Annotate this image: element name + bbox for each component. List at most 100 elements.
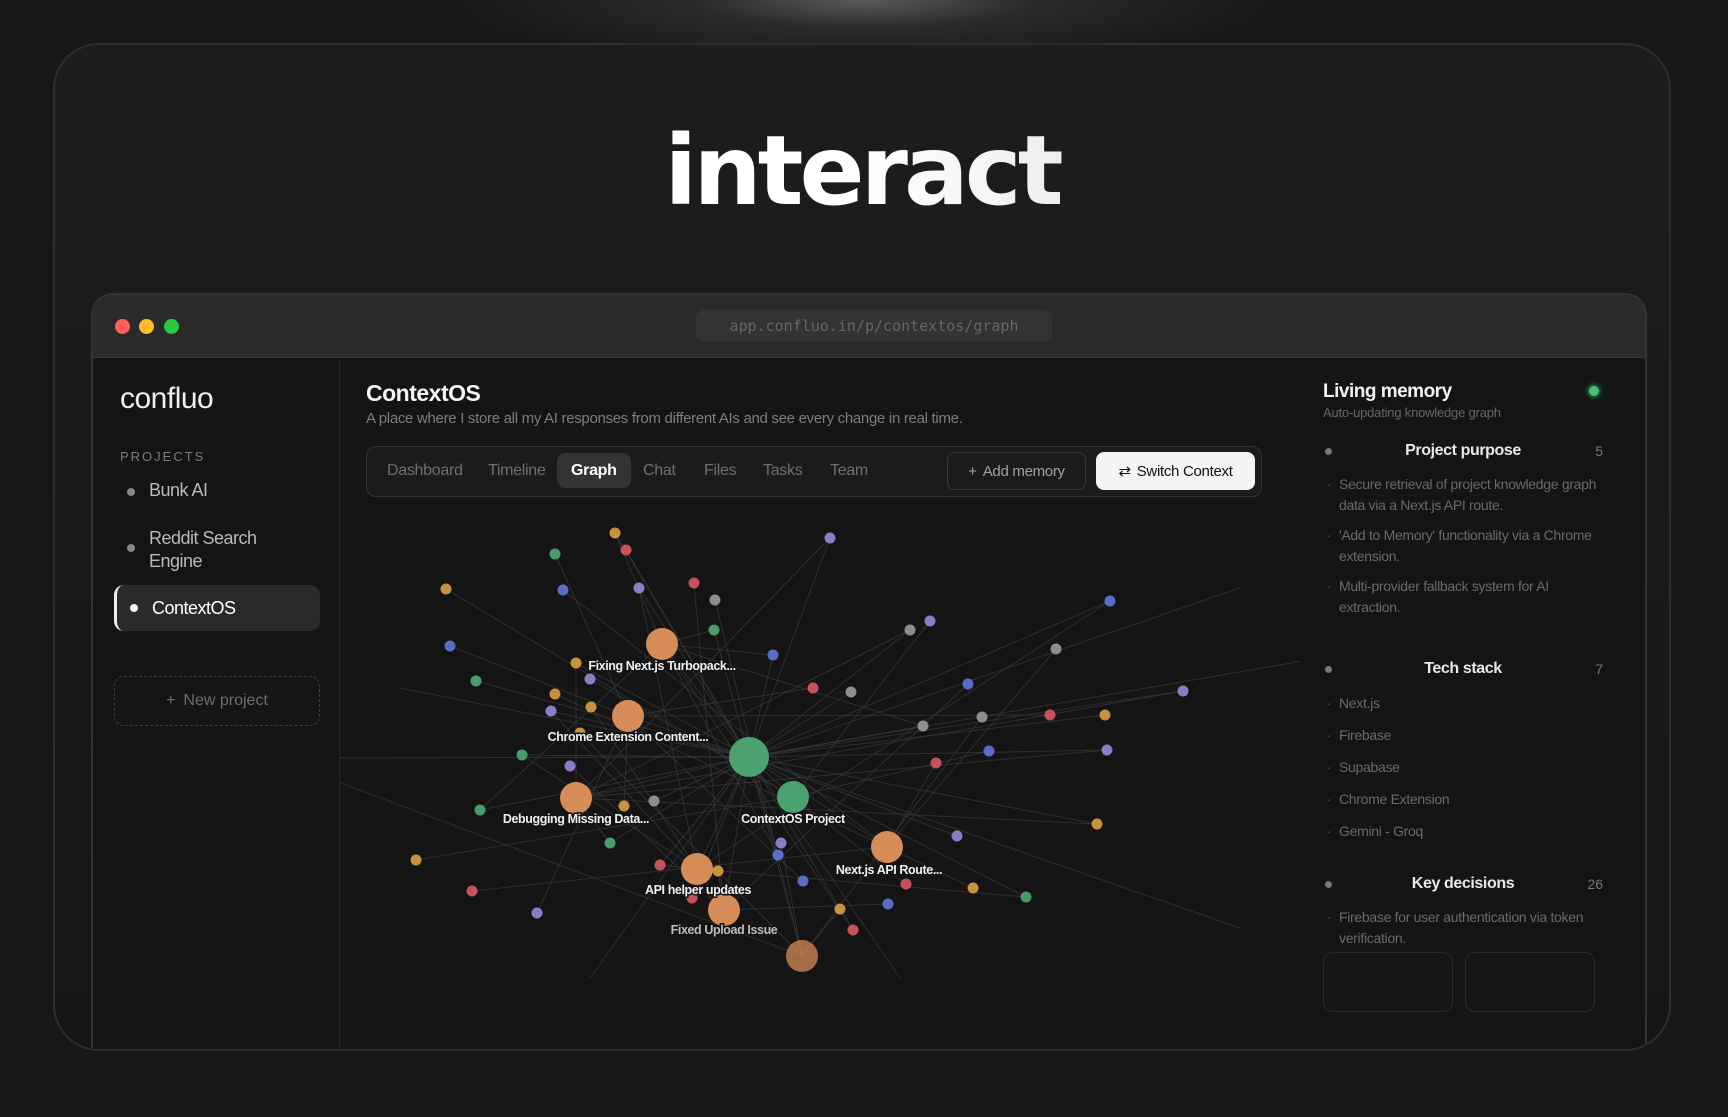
graph-node[interactable] [633, 582, 645, 594]
graph-node-label: API helper updates [645, 883, 751, 897]
graph-memory-node[interactable] [786, 940, 818, 972]
graph-node[interactable] [531, 907, 543, 919]
graph-node[interactable] [620, 544, 632, 556]
list-item: Multi-provider fallback system for AI ex… [1323, 576, 1603, 618]
graph-node[interactable] [466, 885, 478, 897]
add-memory-button[interactable]: + Add memory [947, 452, 1086, 490]
list-item: Supabase [1323, 757, 1603, 778]
graph-node[interactable] [545, 705, 557, 717]
graph-memory-node[interactable] [646, 628, 678, 660]
graph-node[interactable] [604, 837, 616, 849]
graph-node[interactable] [930, 757, 942, 769]
brand-logo[interactable]: confluo [120, 382, 214, 416]
graph-memory-node[interactable] [681, 853, 713, 885]
graph-node[interactable] [1177, 685, 1189, 697]
section-title: Project purpose [1405, 442, 1521, 459]
graph-node[interactable] [609, 527, 621, 539]
graph-node[interactable] [917, 720, 929, 732]
minimize-window-icon[interactable] [139, 319, 154, 334]
graph-node[interactable] [1099, 709, 1111, 721]
tab-team[interactable]: Team [816, 453, 882, 488]
graph-node[interactable] [772, 849, 784, 861]
graph-node[interactable] [410, 854, 422, 866]
graph-node[interactable] [847, 924, 859, 936]
graph-node[interactable] [882, 898, 894, 910]
graph-node[interactable] [1104, 595, 1116, 607]
graph-node[interactable] [1050, 643, 1062, 655]
graph-node[interactable] [962, 678, 974, 690]
graph-node[interactable] [585, 701, 597, 713]
tab-chat[interactable]: Chat [629, 453, 690, 488]
graph-memory-node[interactable] [871, 831, 903, 863]
tab-graph[interactable]: Graph [557, 453, 631, 488]
graph-node[interactable] [470, 675, 482, 687]
graph-node[interactable] [516, 749, 528, 761]
section-header[interactable]: Project purpose 5 [1323, 442, 1603, 466]
graph-node[interactable] [564, 760, 576, 772]
graph-edge [340, 756, 750, 759]
headline: interact [55, 115, 1669, 227]
graph-node[interactable] [845, 686, 857, 698]
list-item: Next.js [1323, 693, 1603, 714]
graph-node[interactable] [807, 682, 819, 694]
switch-context-button[interactable]: ⇄ Switch Context [1096, 452, 1255, 490]
address-bar[interactable]: app.confluo.in/p/contextos/graph [696, 310, 1052, 342]
graph-node[interactable] [951, 830, 963, 842]
graph-memory-node[interactable] [560, 782, 592, 814]
section-header[interactable]: Key decisions 26 [1323, 875, 1603, 899]
sidebar-item-reddit-search-engine[interactable]: Reddit Search Engine [117, 527, 267, 573]
graph-node[interactable] [775, 837, 787, 849]
graph-node[interactable] [444, 640, 456, 652]
sidebar-item-bunk-ai[interactable]: Bunk AI [117, 479, 323, 502]
tab-dashboard[interactable]: Dashboard [373, 453, 477, 488]
list-item: Secure retrieval of project knowledge gr… [1323, 474, 1603, 516]
new-project-button[interactable]: + New project [114, 676, 320, 726]
graph-node[interactable] [767, 649, 779, 661]
graph-memory-node[interactable] [708, 894, 740, 926]
graph-node[interactable] [824, 532, 836, 544]
graph-memory-node[interactable] [612, 700, 644, 732]
graph-node[interactable] [924, 615, 936, 627]
knowledge-graph[interactable]: Fixing Next.js Turbopack... Chrome Extens… [340, 508, 1300, 1051]
section-header[interactable]: Tech stack 7 [1323, 660, 1603, 684]
graph-node[interactable] [474, 804, 486, 816]
graph-hub-node[interactable] [729, 737, 769, 777]
graph-node[interactable] [1020, 891, 1032, 903]
graph-edge [748, 690, 1184, 758]
graph-edge [723, 903, 889, 911]
graph-node[interactable] [688, 577, 700, 589]
graph-node[interactable] [570, 657, 582, 669]
graph-node[interactable] [1091, 818, 1103, 830]
graph-node[interactable] [900, 878, 912, 890]
graph-node[interactable] [834, 903, 846, 915]
close-window-icon[interactable] [115, 319, 130, 334]
graph-node[interactable] [967, 882, 979, 894]
graph-node[interactable] [584, 673, 596, 685]
section-key-decisions: Key decisions 26 Firebase for user authe… [1323, 875, 1603, 949]
graph-node[interactable] [983, 745, 995, 757]
graph-node[interactable] [976, 711, 988, 723]
graph-node[interactable] [440, 583, 452, 595]
graph-node[interactable] [712, 865, 724, 877]
sidebar-item-label: ContextOS [152, 597, 236, 618]
tab-timeline[interactable]: Timeline [474, 453, 559, 488]
graph-node[interactable] [648, 795, 660, 807]
graph-edge [661, 643, 924, 727]
maximize-window-icon[interactable] [164, 319, 179, 334]
graph-node[interactable] [654, 859, 666, 871]
graph-node[interactable] [709, 594, 721, 606]
sidebar: confluo PROJECTS Bunk AI Reddit Search E… [93, 358, 340, 1049]
graph-node[interactable] [618, 800, 630, 812]
graph-node[interactable] [549, 548, 561, 560]
graph-node[interactable] [708, 624, 720, 636]
sidebar-item-contextos[interactable]: ContextOS [114, 585, 320, 631]
graph-memory-node[interactable] [777, 781, 809, 813]
tab-tasks[interactable]: Tasks [749, 453, 816, 488]
graph-node[interactable] [1101, 744, 1113, 756]
graph-node[interactable] [549, 688, 561, 700]
graph-node[interactable] [797, 875, 809, 887]
graph-node[interactable] [1044, 709, 1056, 721]
tab-files[interactable]: Files [690, 453, 750, 488]
graph-node[interactable] [904, 624, 916, 636]
graph-node[interactable] [557, 584, 569, 596]
